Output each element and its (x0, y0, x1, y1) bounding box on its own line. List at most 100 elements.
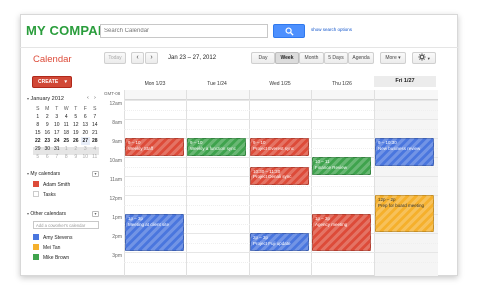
search-button[interactable] (273, 24, 305, 38)
mini-day-cell[interactable]: 19 (71, 129, 81, 137)
mini-day-cell[interactable]: 10 (52, 121, 62, 129)
day-header-4[interactable]: Fri 1/27 (374, 76, 436, 87)
half-hour-line (124, 185, 438, 187)
view-month-button[interactable]: Month (299, 52, 324, 64)
event-title: Project Denali sync (253, 174, 292, 179)
calendar-item-mei-tan[interactable]: Mei Tan (33, 244, 60, 251)
calendar-event[interactable]: 9 – 10 Weekly a function sync (187, 138, 246, 156)
all-day-row[interactable] (124, 90, 438, 100)
mini-day-cell[interactable]: 24 (52, 137, 62, 145)
calendar-event[interactable]: 9 – 10 Project Everest sync (250, 138, 309, 156)
hour-label: 11am (109, 177, 122, 183)
mini-day-cell[interactable]: 31 (52, 145, 62, 153)
search-input[interactable] (100, 24, 268, 38)
calendar-event[interactable]: 9 – 10 Weekly Staff (125, 138, 184, 156)
mini-day-cell[interactable]: 26 (71, 137, 81, 145)
calendar-item-label: Adam Smith (43, 182, 71, 188)
calendar-item-label: Mei Tan (43, 245, 61, 251)
event-title: Meeting at client site (128, 221, 170, 227)
calendar-color-swatch (33, 191, 39, 197)
mini-day-cell[interactable]: 4 (90, 145, 100, 153)
mini-weekday-label: T (74, 106, 78, 112)
event-title: Project Fuji update (253, 240, 291, 246)
more-button[interactable]: More ▾ (380, 52, 406, 64)
day-header-2[interactable]: Wed 1/25 (249, 80, 311, 88)
calendar-item-tasks[interactable]: Tasks (33, 191, 56, 198)
mini-weekday-label: S (36, 106, 40, 112)
mini-day-cell[interactable]: 30 (43, 145, 53, 153)
calendar-event[interactable]: 10 – 11 Finance Review (312, 157, 371, 175)
calendar-item-label: Mike Brown (43, 255, 70, 261)
calendar-color-swatch (33, 234, 39, 240)
mini-day-cell[interactable]: 6 (43, 153, 53, 161)
hour-label: 12am (109, 101, 122, 107)
mini-day-cell[interactable]: 4 (62, 113, 72, 121)
mini-day-cell[interactable]: 3 (52, 113, 62, 121)
mini-day-cell[interactable]: 8 (62, 153, 72, 161)
mini-day-cell[interactable]: 15 (33, 129, 43, 137)
calendar-item-mike-brown[interactable]: Mike Brown (33, 254, 69, 261)
event-title: Prep for board meeting (378, 202, 425, 208)
add-coworker-input[interactable]: Add a coworker's calendar (33, 221, 99, 229)
day-divider (374, 90, 375, 276)
gear-icon (418, 53, 426, 61)
mini-day-cell[interactable]: 21 (90, 129, 100, 137)
mini-calendar-collapse[interactable]: ▾ (27, 96, 29, 101)
calendar-event[interactable]: 9 – 10:30 New business review (375, 138, 434, 166)
day-header-3[interactable]: Thu 1/26 (311, 80, 373, 88)
half-hour-line (124, 109, 438, 111)
mini-day-cell[interactable]: 8 (33, 121, 43, 129)
mini-day-cell[interactable]: 20 (81, 129, 91, 137)
show-search-options-link[interactable]: show search options (311, 27, 352, 32)
create-button[interactable]: CREATE ▾ (32, 76, 72, 88)
mini-day-cell[interactable]: 11 (62, 121, 72, 129)
mini-day-cell[interactable]: 16 (43, 129, 53, 137)
mini-day-cell[interactable]: 5 (33, 153, 43, 161)
mini-day-cell[interactable]: 1 (33, 113, 43, 121)
my-calendars-header[interactable]: ▾ My calendars (27, 171, 60, 177)
mini-day-cell[interactable]: 23 (43, 137, 53, 145)
calendar-event[interactable]: 12p – 2p Prep for board meeting (375, 195, 434, 232)
mini-day-cell[interactable]: 12 (71, 121, 81, 129)
mini-day-cell[interactable]: 7 (52, 153, 62, 161)
settings-button[interactable]: ▾ (412, 52, 436, 64)
view-5days-button[interactable]: 5 Days (324, 52, 348, 64)
half-hour-line (124, 261, 438, 263)
next-week-button[interactable]: › (145, 52, 158, 64)
calendar-event[interactable]: 2p – 3p Project Fuji update (250, 233, 309, 251)
hour-line (124, 119, 438, 120)
mini-day-cell[interactable]: 9 (43, 121, 53, 129)
day-header-1[interactable]: Tue 1/24 (186, 80, 248, 88)
mini-day-cell[interactable]: 25 (62, 137, 72, 145)
view-day-button[interactable]: Day (251, 52, 275, 64)
calendar-color-swatch (33, 254, 39, 260)
day-header-0[interactable]: Mon 1/23 (124, 80, 186, 88)
view-agenda-button[interactable]: Agenda (348, 52, 374, 64)
calendar-item-amy-stevens[interactable]: Amy Stevens (33, 234, 72, 241)
calendar-item-adam-smith[interactable]: Adam Smith (33, 181, 70, 188)
hour-line (124, 100, 438, 101)
prev-week-button[interactable]: ‹ (131, 52, 144, 64)
event-title: Weekly Staff (128, 145, 154, 151)
calendar-color-swatch (33, 181, 39, 187)
mini-day-cell[interactable]: 22 (33, 137, 43, 145)
event-title: New business review (378, 145, 421, 151)
mini-day-cell[interactable]: 3 (81, 145, 91, 153)
mini-weekday-label: M (45, 106, 50, 112)
mini-day-cell[interactable]: 2 (43, 113, 53, 121)
mini-day-cell[interactable]: 9 (71, 153, 81, 161)
mini-day-cell[interactable]: 29 (33, 145, 43, 153)
today-button[interactable]: Today (104, 52, 126, 64)
view-week-button[interactable]: Week (275, 52, 299, 64)
day-divider (186, 90, 187, 276)
calendar-event[interactable]: 1p – 3p Agency meeting (312, 214, 371, 251)
half-hour-line (124, 128, 438, 130)
mini-day-cell[interactable]: 2 (71, 145, 81, 153)
mini-day-cell[interactable]: 18 (62, 129, 72, 137)
mini-day-cell[interactable]: 17 (52, 129, 62, 137)
mini-day-cell[interactable]: 5 (71, 113, 81, 121)
other-calendars-header[interactable]: ▾ Other calendars (27, 211, 66, 217)
mini-day-cell[interactable]: 1 (62, 145, 72, 153)
calendar-event[interactable]: 10:30 – 11:30 Project Denali sync (250, 166, 309, 185)
calendar-event[interactable]: 1p – 3p Meeting at client site (125, 214, 184, 251)
